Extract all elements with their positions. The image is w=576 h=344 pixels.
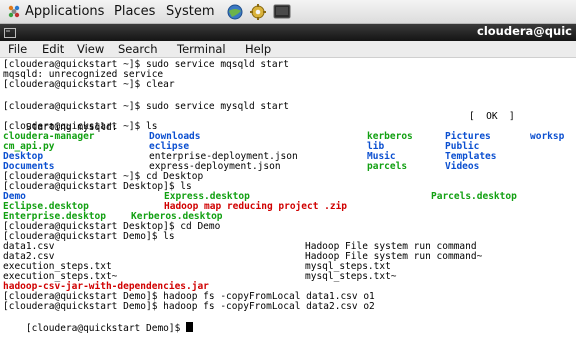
top-panel: Applications Places System xyxy=(0,0,576,24)
menu-terminal[interactable]: Terminal xyxy=(177,42,226,56)
list-item: Videos xyxy=(445,161,480,172)
list-item: worksp xyxy=(530,131,565,142)
terminal-launcher-icon[interactable] xyxy=(273,4,291,20)
menu-view[interactable]: View xyxy=(77,42,104,56)
terminal-output[interactable]: [cloudera@quickstart ~]$ sudo service mq… xyxy=(0,58,576,344)
system-menu[interactable]: System xyxy=(166,4,214,19)
terminal-prompt-line: [cloudera@quickstart Demo]$ xyxy=(3,311,194,334)
browser-launcher-icon[interactable] xyxy=(226,3,244,21)
window-icon xyxy=(4,28,16,38)
terminal-line: [cloudera@quickstart ~]$ clear xyxy=(3,79,175,90)
applications-menu[interactable]: Applications xyxy=(3,3,104,21)
menu-search[interactable]: Search xyxy=(118,42,158,56)
menu-file[interactable]: File xyxy=(8,42,27,56)
ok-status: [ OK ] xyxy=(469,111,515,122)
applications-label: Applications xyxy=(25,4,105,19)
settings-launcher-icon[interactable] xyxy=(249,3,267,21)
list-item: Parcels.desktop xyxy=(431,191,517,202)
applications-icon xyxy=(8,5,20,18)
menu-bar: File Edit View Search Terminal Help xyxy=(0,41,576,58)
list-item: parcels xyxy=(367,161,408,172)
list-item: mysql_steps.txt~ xyxy=(305,271,397,282)
window-title: cloudera@quic xyxy=(477,24,572,38)
menu-edit[interactable]: Edit xyxy=(42,42,64,56)
text-cursor xyxy=(186,322,194,332)
menu-help[interactable]: Help xyxy=(245,42,271,56)
prompt: [cloudera@quickstart Demo]$ xyxy=(25,323,187,334)
places-menu[interactable]: Places xyxy=(114,4,155,19)
window-titlebar[interactable]: cloudera@quic xyxy=(0,24,576,41)
